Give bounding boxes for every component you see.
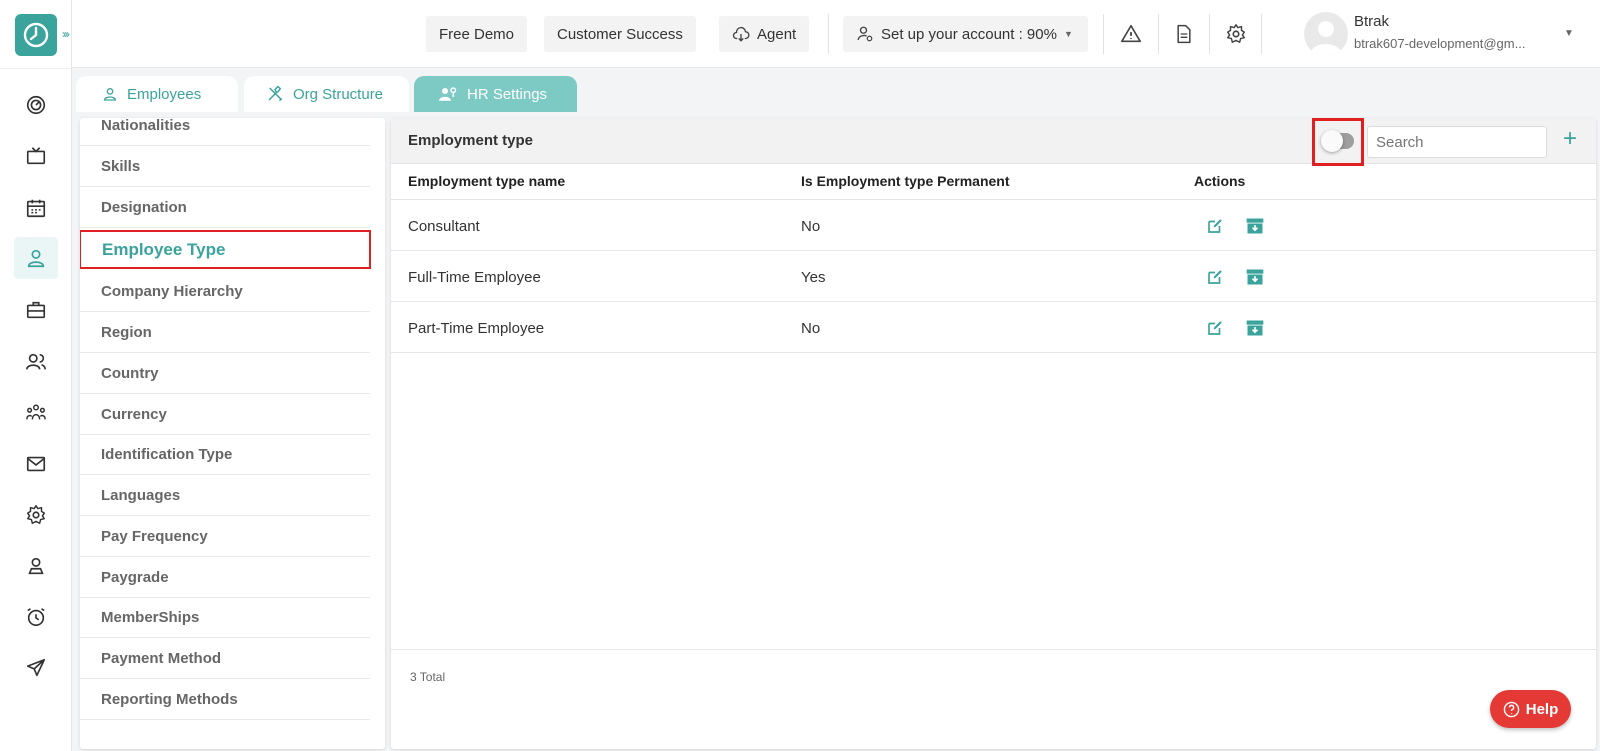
chevron-down-icon: ▼ [1063, 29, 1073, 39]
employee-icon[interactable] [14, 237, 58, 279]
table-row: Part-Time Employee No [391, 302, 1596, 353]
mail-icon[interactable] [14, 443, 58, 485]
calendar-icon[interactable] [14, 187, 58, 229]
panel-header: Employment type + [391, 118, 1596, 166]
search-input[interactable] [1367, 126, 1547, 158]
tab-org-structure-label: Org Structure [293, 85, 384, 103]
alarm-clock-icon[interactable] [14, 596, 58, 638]
tab-employees[interactable]: Employees [76, 76, 238, 112]
hr-settings-menu: Nationalities Skills Designation Employe… [80, 118, 385, 749]
settings-item-skills[interactable]: Skills [80, 146, 370, 187]
user-settings-icon [857, 26, 873, 42]
cell-is-permanent: No [801, 218, 821, 235]
warning-icon[interactable] [1119, 22, 1143, 46]
topbar-divider [1261, 14, 1262, 54]
archive-icon[interactable] [1245, 216, 1265, 236]
user-email[interactable]: btrak607-development@gm... [1354, 36, 1525, 51]
users-icon[interactable] [14, 341, 58, 383]
hr-settings-icon [439, 87, 457, 101]
column-header-name: Employment type name [408, 173, 566, 189]
settings-item-nationalities[interactable]: Nationalities [80, 118, 370, 146]
settings-item-designation[interactable]: Designation [80, 187, 370, 228]
question-circle-icon [1503, 701, 1520, 717]
settings-gear-icon[interactable] [14, 494, 58, 536]
avatar[interactable] [1304, 12, 1348, 56]
cell-employment-type-name: Consultant [408, 218, 480, 235]
help-label: Help [1525, 700, 1559, 718]
app-logo-clock-icon[interactable] [15, 14, 57, 56]
expand-rail-icon[interactable]: ››› [62, 27, 70, 41]
topbar-divider [1209, 14, 1210, 54]
settings-item-payment-method[interactable]: Payment Method [80, 638, 370, 679]
profile-icon[interactable] [14, 545, 58, 587]
gear-icon[interactable] [1224, 22, 1248, 46]
tab-hr-settings[interactable]: HR Settings [414, 76, 577, 112]
free-demo-button[interactable]: Free Demo [426, 16, 528, 52]
edit-icon[interactable] [1205, 318, 1225, 338]
document-icon[interactable] [1172, 22, 1196, 46]
archive-icon[interactable] [1245, 318, 1265, 338]
tab-employees-label: Employees [127, 85, 202, 103]
edit-icon[interactable] [1205, 267, 1225, 287]
employment-type-panel: Employment type + Employment type name I… [391, 118, 1596, 749]
settings-item-identification-type[interactable]: Identification Type [80, 434, 370, 475]
rail-divider [0, 68, 72, 69]
send-icon[interactable] [14, 647, 58, 689]
setup-account-dropdown[interactable]: Set up your account : 90% ▼ [843, 16, 1088, 52]
total-count: 3 Total [410, 670, 446, 684]
archive-toggle-highlight [1312, 118, 1364, 166]
team-icon[interactable] [14, 392, 58, 434]
topbar-divider [828, 14, 829, 54]
setup-account-label: Set up your account : 90% [881, 25, 1057, 43]
customer-success-button[interactable]: Customer Success [544, 16, 696, 52]
briefcase-icon[interactable] [14, 289, 58, 331]
agent-button[interactable]: Agent [719, 16, 810, 52]
user-icon [103, 88, 117, 101]
tab-org-structure[interactable]: Org Structure [244, 76, 409, 112]
settings-item-reporting-methods[interactable]: Reporting Methods [80, 679, 370, 720]
cell-is-permanent: No [801, 320, 821, 337]
topbar-divider [1158, 14, 1159, 54]
archive-icon[interactable] [1245, 267, 1265, 287]
settings-item-region[interactable]: Region [80, 312, 370, 353]
agent-label: Agent [757, 25, 797, 43]
table-footer-divider [391, 649, 1596, 650]
toggle-knob [1321, 130, 1343, 152]
settings-item-employee-type[interactable]: Employee Type [80, 230, 371, 269]
tv-icon[interactable] [14, 135, 58, 177]
dashboard-icon[interactable] [14, 84, 58, 126]
page-title: Employment type [408, 132, 534, 149]
settings-item-company-hierarchy[interactable]: Company Hierarchy [80, 271, 370, 312]
free-demo-label: Free Demo [439, 25, 515, 43]
help-button[interactable]: Help [1490, 690, 1571, 728]
column-header-permanent: Is Employment type Permanent [801, 173, 1010, 189]
settings-item-memberships[interactable]: MemberShips [80, 597, 370, 638]
customer-success-label: Customer Success [557, 25, 683, 43]
user-menu-caret-icon[interactable]: ▼ [1564, 28, 1574, 39]
cell-is-permanent: Yes [801, 269, 826, 286]
tab-hr-settings-label: HR Settings [467, 85, 548, 103]
settings-item-languages[interactable]: Languages [80, 475, 370, 516]
column-header-actions: Actions [1194, 173, 1246, 189]
cell-employment-type-name: Part-Time Employee [408, 320, 545, 337]
archive-toggle[interactable] [1321, 130, 1354, 152]
top-bar: Free Demo Customer Success Agent Set up … [72, 0, 1600, 68]
user-name[interactable]: Btrak [1354, 13, 1389, 30]
settings-item-country[interactable]: Country [80, 353, 370, 394]
topbar-divider [1103, 14, 1104, 54]
tools-icon [268, 85, 283, 102]
edit-icon[interactable] [1205, 216, 1225, 236]
table-row: Full-Time Employee Yes [391, 251, 1596, 302]
settings-item-paygrade[interactable]: Paygrade [80, 557, 370, 598]
settings-item-pay-frequency[interactable]: Pay Frequency [80, 516, 370, 557]
cell-employment-type-name: Full-Time Employee [408, 269, 541, 286]
table-row: Consultant No [391, 200, 1596, 251]
cloud-download-icon [732, 26, 750, 42]
left-navigation-rail: ››› [0, 0, 72, 751]
add-employment-type-button[interactable]: + [1563, 127, 1577, 151]
settings-item-currency[interactable]: Currency [80, 394, 370, 435]
